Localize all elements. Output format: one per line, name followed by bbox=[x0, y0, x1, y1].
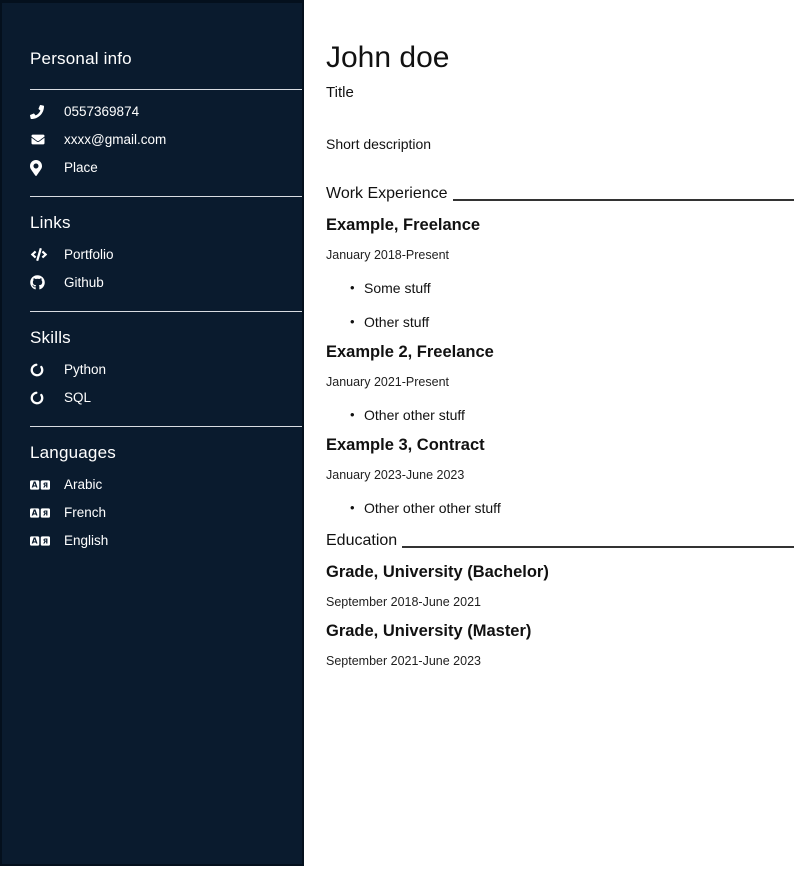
links-list: Portfolio Github bbox=[30, 246, 302, 291]
language-item-english: AЯ English bbox=[30, 532, 302, 549]
sidebar-divider bbox=[30, 426, 302, 427]
sidebar-divider bbox=[30, 89, 302, 90]
language-item-arabic: AЯ Arabic bbox=[30, 476, 302, 493]
skills-heading: Skills bbox=[30, 328, 302, 348]
entry-period: January 2018-Present bbox=[326, 248, 794, 262]
person-title: Title bbox=[326, 84, 794, 101]
phone-value: 0557369874 bbox=[64, 104, 139, 119]
work-entry-2: Example 2, Freelance January 2021-Presen… bbox=[326, 343, 794, 423]
education-entry-1: Grade, University (Bachelor) September 2… bbox=[326, 563, 794, 609]
svg-text:A: A bbox=[32, 508, 38, 517]
link-item-github[interactable]: Github bbox=[30, 274, 302, 291]
skills-list: Python SQL bbox=[30, 361, 302, 406]
entry-period: January 2023-June 2023 bbox=[326, 468, 794, 482]
skill-label: Python bbox=[64, 362, 106, 377]
language-label: Arabic bbox=[64, 477, 102, 492]
language-label: English bbox=[64, 533, 108, 548]
link-label: Portfolio bbox=[64, 247, 114, 262]
svg-text:A: A bbox=[32, 536, 38, 545]
contact-email-row: xxxx@gmail.com bbox=[30, 131, 302, 148]
translate-icon: AЯ bbox=[30, 479, 50, 491]
section-rule bbox=[402, 546, 794, 548]
sidebar-divider bbox=[30, 196, 302, 197]
link-label: Github bbox=[64, 275, 104, 290]
entry-title: Grade, University (Bachelor) bbox=[326, 563, 794, 582]
language-label: French bbox=[64, 505, 106, 520]
contact-location-row: Place bbox=[30, 159, 302, 176]
short-description: Short description bbox=[326, 136, 794, 152]
entry-period: September 2021-June 2023 bbox=[326, 654, 794, 668]
skill-item-python: Python bbox=[30, 361, 302, 378]
svg-text:Я: Я bbox=[43, 481, 48, 489]
sidebar: Personal info 0557369874 xxxx@gmail.com … bbox=[0, 0, 304, 866]
bullet-item: Some stuff bbox=[350, 280, 794, 296]
svg-text:Я: Я bbox=[43, 509, 48, 517]
svg-text:Я: Я bbox=[43, 537, 48, 545]
language-item-french: AЯ French bbox=[30, 504, 302, 521]
code-icon bbox=[30, 248, 50, 261]
skill-label: SQL bbox=[64, 390, 91, 405]
section-title: Work Experience bbox=[326, 185, 448, 203]
entry-title: Example, Freelance bbox=[326, 216, 794, 235]
work-entry-1: Example, Freelance January 2018-Present … bbox=[326, 216, 794, 330]
email-value: xxxx@gmail.com bbox=[64, 132, 166, 147]
sidebar-divider bbox=[30, 311, 302, 312]
entry-bullets: Other other other stuff bbox=[326, 500, 794, 516]
entry-title: Example 2, Freelance bbox=[326, 343, 794, 362]
map-marker-icon bbox=[30, 160, 50, 176]
bullet-item: Other other other stuff bbox=[350, 500, 794, 516]
svg-text:A: A bbox=[32, 480, 38, 489]
bullet-item: Other stuff bbox=[350, 314, 794, 330]
entry-bullets: Other other stuff bbox=[326, 407, 794, 423]
languages-list: AЯ Arabic AЯ French AЯ English bbox=[30, 476, 302, 549]
bullet-item: Other other stuff bbox=[350, 407, 794, 423]
entry-title: Grade, University (Master) bbox=[326, 622, 794, 641]
entry-bullets: Some stuff Other stuff bbox=[326, 280, 794, 330]
languages-heading: Languages bbox=[30, 443, 302, 463]
translate-icon: AЯ bbox=[30, 535, 50, 547]
work-entry-3: Example 3, Contract January 2023-June 20… bbox=[326, 436, 794, 516]
education-heading: Education bbox=[326, 532, 794, 550]
circle-notch-icon bbox=[30, 391, 50, 405]
location-value: Place bbox=[64, 160, 98, 175]
work-experience-heading: Work Experience bbox=[326, 185, 794, 203]
section-rule bbox=[453, 199, 794, 201]
personal-info-heading: Personal info bbox=[30, 49, 302, 69]
contact-list: 0557369874 xxxx@gmail.com Place bbox=[30, 103, 302, 176]
phone-icon bbox=[30, 105, 50, 119]
links-heading: Links bbox=[30, 213, 302, 233]
person-name: John doe bbox=[326, 41, 794, 76]
envelope-icon bbox=[30, 133, 50, 146]
entry-title: Example 3, Contract bbox=[326, 436, 794, 455]
section-title: Education bbox=[326, 532, 397, 550]
contact-phone-row: 0557369874 bbox=[30, 103, 302, 120]
link-item-portfolio[interactable]: Portfolio bbox=[30, 246, 302, 263]
entry-period: September 2018-June 2021 bbox=[326, 595, 794, 609]
github-icon bbox=[30, 275, 50, 290]
resume-main: John doe Title Short description Work Ex… bbox=[304, 0, 794, 869]
education-entry-2: Grade, University (Master) September 202… bbox=[326, 622, 794, 668]
skill-item-sql: SQL bbox=[30, 389, 302, 406]
entry-period: January 2021-Present bbox=[326, 375, 794, 389]
translate-icon: AЯ bbox=[30, 507, 50, 519]
circle-notch-icon bbox=[30, 363, 50, 377]
